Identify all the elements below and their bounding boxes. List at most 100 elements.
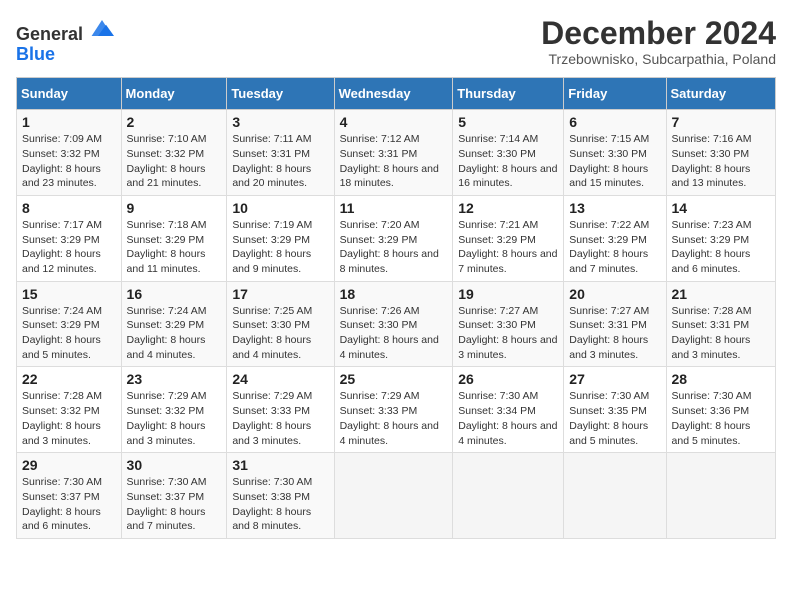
- day-number: 25: [340, 371, 448, 387]
- calendar-day-cell: 27 Sunrise: 7:30 AM Sunset: 3:35 PM Dayl…: [564, 367, 666, 453]
- calendar-day-cell: 16 Sunrise: 7:24 AM Sunset: 3:29 PM Dayl…: [121, 281, 227, 367]
- calendar-day-cell: [453, 453, 564, 539]
- day-info: Sunrise: 7:24 AM Sunset: 3:29 PM Dayligh…: [127, 305, 207, 361]
- day-info: Sunrise: 7:18 AM Sunset: 3:29 PM Dayligh…: [127, 219, 207, 275]
- day-number: 31: [232, 457, 328, 473]
- day-number: 7: [672, 114, 770, 130]
- calendar-day-cell: 4 Sunrise: 7:12 AM Sunset: 3:31 PM Dayli…: [334, 110, 453, 196]
- day-number: 23: [127, 371, 222, 387]
- calendar-day-cell: 2 Sunrise: 7:10 AM Sunset: 3:32 PM Dayli…: [121, 110, 227, 196]
- calendar-table: SundayMondayTuesdayWednesdayThursdayFrid…: [16, 77, 776, 539]
- calendar-day-header: Sunday: [17, 78, 122, 110]
- day-info: Sunrise: 7:17 AM Sunset: 3:29 PM Dayligh…: [22, 219, 102, 275]
- day-info: Sunrise: 7:14 AM Sunset: 3:30 PM Dayligh…: [458, 133, 557, 189]
- day-number: 2: [127, 114, 222, 130]
- calendar-day-cell: [564, 453, 666, 539]
- calendar-day-cell: 6 Sunrise: 7:15 AM Sunset: 3:30 PM Dayli…: [564, 110, 666, 196]
- day-number: 12: [458, 200, 558, 216]
- day-number: 29: [22, 457, 116, 473]
- calendar-day-cell: 15 Sunrise: 7:24 AM Sunset: 3:29 PM Dayl…: [17, 281, 122, 367]
- calendar-day-cell: 5 Sunrise: 7:14 AM Sunset: 3:30 PM Dayli…: [453, 110, 564, 196]
- calendar-day-cell: 18 Sunrise: 7:26 AM Sunset: 3:30 PM Dayl…: [334, 281, 453, 367]
- page-header: General Blue December 2024 Trzebownisko,…: [16, 16, 776, 67]
- day-number: 6: [569, 114, 660, 130]
- day-number: 18: [340, 286, 448, 302]
- calendar-day-cell: 17 Sunrise: 7:25 AM Sunset: 3:30 PM Dayl…: [227, 281, 334, 367]
- calendar-day-cell: 10 Sunrise: 7:19 AM Sunset: 3:29 PM Dayl…: [227, 195, 334, 281]
- calendar-day-cell: [666, 453, 775, 539]
- day-info: Sunrise: 7:28 AM Sunset: 3:31 PM Dayligh…: [672, 305, 752, 361]
- day-info: Sunrise: 7:22 AM Sunset: 3:29 PM Dayligh…: [569, 219, 649, 275]
- calendar-day-header: Monday: [121, 78, 227, 110]
- calendar-day-cell: 19 Sunrise: 7:27 AM Sunset: 3:30 PM Dayl…: [453, 281, 564, 367]
- day-info: Sunrise: 7:30 AM Sunset: 3:37 PM Dayligh…: [127, 476, 207, 532]
- logo-icon: [90, 16, 114, 40]
- day-number: 28: [672, 371, 770, 387]
- day-info: Sunrise: 7:28 AM Sunset: 3:32 PM Dayligh…: [22, 390, 102, 446]
- day-info: Sunrise: 7:15 AM Sunset: 3:30 PM Dayligh…: [569, 133, 649, 189]
- calendar-day-cell: 7 Sunrise: 7:16 AM Sunset: 3:30 PM Dayli…: [666, 110, 775, 196]
- calendar-day-cell: 1 Sunrise: 7:09 AM Sunset: 3:32 PM Dayli…: [17, 110, 122, 196]
- day-number: 10: [232, 200, 328, 216]
- title-area: December 2024 Trzebownisko, Subcarpathia…: [541, 16, 776, 67]
- calendar-day-cell: 29 Sunrise: 7:30 AM Sunset: 3:37 PM Dayl…: [17, 453, 122, 539]
- day-number: 30: [127, 457, 222, 473]
- day-info: Sunrise: 7:26 AM Sunset: 3:30 PM Dayligh…: [340, 305, 439, 361]
- day-info: Sunrise: 7:19 AM Sunset: 3:29 PM Dayligh…: [232, 219, 312, 275]
- day-info: Sunrise: 7:23 AM Sunset: 3:29 PM Dayligh…: [672, 219, 752, 275]
- calendar-day-cell: 3 Sunrise: 7:11 AM Sunset: 3:31 PM Dayli…: [227, 110, 334, 196]
- calendar-week-row: 8 Sunrise: 7:17 AM Sunset: 3:29 PM Dayli…: [17, 195, 776, 281]
- calendar-day-header: Thursday: [453, 78, 564, 110]
- day-info: Sunrise: 7:30 AM Sunset: 3:35 PM Dayligh…: [569, 390, 649, 446]
- day-number: 11: [340, 200, 448, 216]
- day-info: Sunrise: 7:29 AM Sunset: 3:33 PM Dayligh…: [232, 390, 312, 446]
- logo-general: General: [16, 24, 83, 44]
- day-number: 20: [569, 286, 660, 302]
- calendar-day-cell: 25 Sunrise: 7:29 AM Sunset: 3:33 PM Dayl…: [334, 367, 453, 453]
- day-number: 5: [458, 114, 558, 130]
- day-info: Sunrise: 7:16 AM Sunset: 3:30 PM Dayligh…: [672, 133, 752, 189]
- day-number: 9: [127, 200, 222, 216]
- calendar-day-cell: 28 Sunrise: 7:30 AM Sunset: 3:36 PM Dayl…: [666, 367, 775, 453]
- calendar-day-cell: 8 Sunrise: 7:17 AM Sunset: 3:29 PM Dayli…: [17, 195, 122, 281]
- calendar-day-cell: 31 Sunrise: 7:30 AM Sunset: 3:38 PM Dayl…: [227, 453, 334, 539]
- day-info: Sunrise: 7:25 AM Sunset: 3:30 PM Dayligh…: [232, 305, 312, 361]
- calendar-day-cell: 12 Sunrise: 7:21 AM Sunset: 3:29 PM Dayl…: [453, 195, 564, 281]
- calendar-day-header: Saturday: [666, 78, 775, 110]
- day-info: Sunrise: 7:09 AM Sunset: 3:32 PM Dayligh…: [22, 133, 102, 189]
- day-number: 24: [232, 371, 328, 387]
- day-info: Sunrise: 7:29 AM Sunset: 3:32 PM Dayligh…: [127, 390, 207, 446]
- calendar-week-row: 22 Sunrise: 7:28 AM Sunset: 3:32 PM Dayl…: [17, 367, 776, 453]
- day-number: 21: [672, 286, 770, 302]
- calendar-week-row: 1 Sunrise: 7:09 AM Sunset: 3:32 PM Dayli…: [17, 110, 776, 196]
- day-number: 14: [672, 200, 770, 216]
- day-number: 13: [569, 200, 660, 216]
- calendar-day-cell: 30 Sunrise: 7:30 AM Sunset: 3:37 PM Dayl…: [121, 453, 227, 539]
- day-number: 22: [22, 371, 116, 387]
- day-number: 26: [458, 371, 558, 387]
- day-info: Sunrise: 7:30 AM Sunset: 3:37 PM Dayligh…: [22, 476, 102, 532]
- day-info: Sunrise: 7:27 AM Sunset: 3:30 PM Dayligh…: [458, 305, 557, 361]
- day-number: 19: [458, 286, 558, 302]
- calendar-day-header: Friday: [564, 78, 666, 110]
- day-number: 8: [22, 200, 116, 216]
- day-number: 16: [127, 286, 222, 302]
- day-info: Sunrise: 7:30 AM Sunset: 3:36 PM Dayligh…: [672, 390, 752, 446]
- day-info: Sunrise: 7:30 AM Sunset: 3:34 PM Dayligh…: [458, 390, 557, 446]
- day-info: Sunrise: 7:30 AM Sunset: 3:38 PM Dayligh…: [232, 476, 312, 532]
- logo-blue: Blue: [16, 44, 55, 64]
- day-info: Sunrise: 7:11 AM Sunset: 3:31 PM Dayligh…: [232, 133, 311, 189]
- calendar-day-cell: 20 Sunrise: 7:27 AM Sunset: 3:31 PM Dayl…: [564, 281, 666, 367]
- calendar-day-header: Tuesday: [227, 78, 334, 110]
- day-number: 4: [340, 114, 448, 130]
- day-number: 1: [22, 114, 116, 130]
- day-info: Sunrise: 7:10 AM Sunset: 3:32 PM Dayligh…: [127, 133, 207, 189]
- day-number: 3: [232, 114, 328, 130]
- calendar-day-cell: 22 Sunrise: 7:28 AM Sunset: 3:32 PM Dayl…: [17, 367, 122, 453]
- day-info: Sunrise: 7:27 AM Sunset: 3:31 PM Dayligh…: [569, 305, 649, 361]
- day-info: Sunrise: 7:20 AM Sunset: 3:29 PM Dayligh…: [340, 219, 439, 275]
- day-info: Sunrise: 7:29 AM Sunset: 3:33 PM Dayligh…: [340, 390, 439, 446]
- calendar-day-header: Wednesday: [334, 78, 453, 110]
- calendar-week-row: 29 Sunrise: 7:30 AM Sunset: 3:37 PM Dayl…: [17, 453, 776, 539]
- day-number: 15: [22, 286, 116, 302]
